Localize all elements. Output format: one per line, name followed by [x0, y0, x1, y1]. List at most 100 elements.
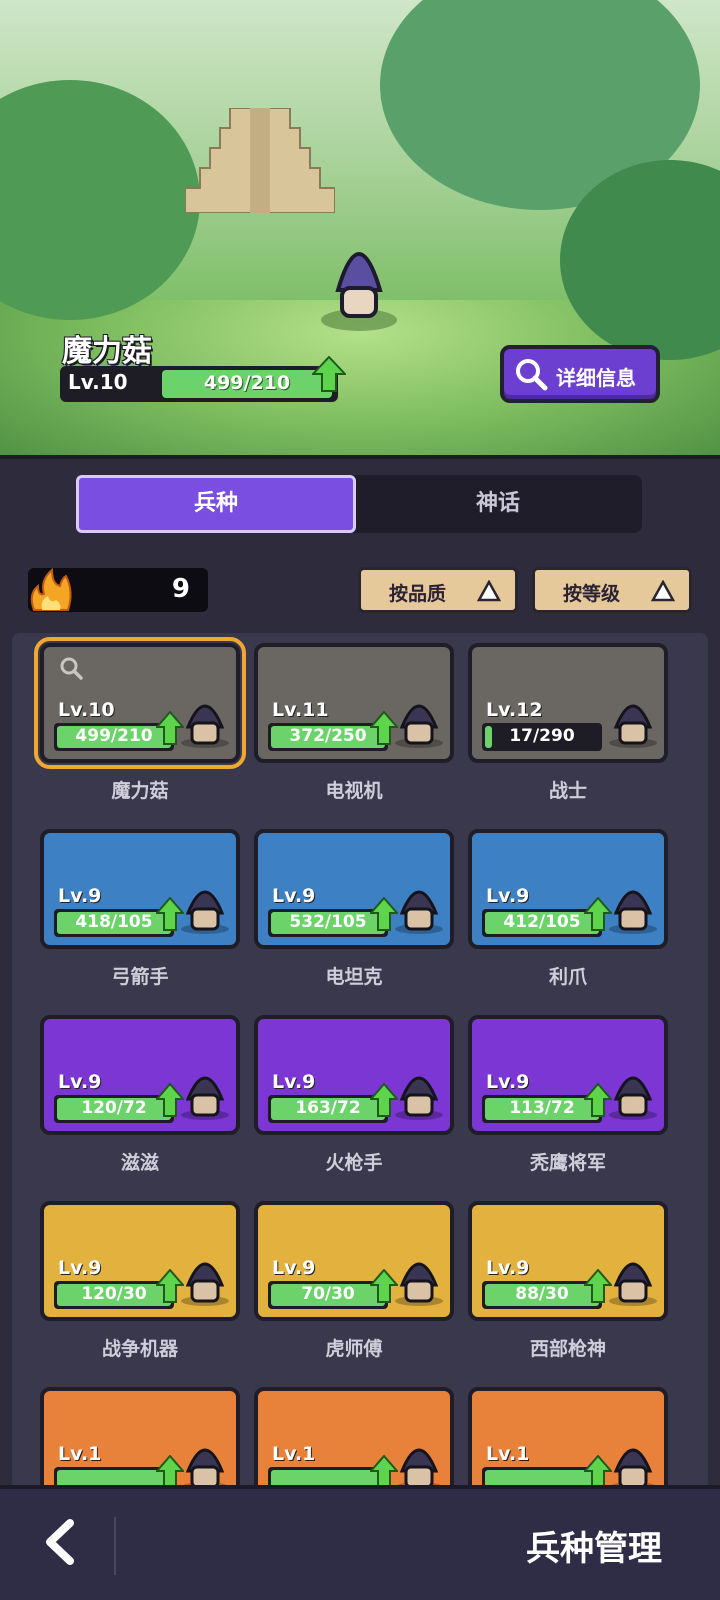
unit-progress-bar: 17/290 — [482, 723, 602, 751]
unit-portrait — [609, 890, 657, 934]
tab-mythic[interactable]: 神话 — [358, 475, 638, 533]
upgrade-arrow-icon[interactable] — [156, 1455, 184, 1489]
tab-units[interactable]: 兵种 — [76, 475, 356, 533]
unit-portrait — [609, 1448, 657, 1492]
unit-level: Lv.1 — [486, 1443, 530, 1465]
unit-name-label: 战士 — [548, 780, 587, 802]
upgrade-arrow-icon[interactable] — [370, 1269, 398, 1303]
unit-card[interactable]: Lv.9 70/30 — [254, 1201, 454, 1321]
unit-portrait — [181, 1262, 229, 1306]
upgrade-arrow-icon[interactable] — [584, 897, 612, 931]
temple-pyramid — [185, 108, 335, 213]
unit-level: Lv.9 — [486, 885, 530, 907]
chevron-left-icon[interactable] — [40, 1517, 80, 1567]
unit-portrait — [609, 704, 657, 748]
unit-level: Lv.10 — [58, 699, 115, 721]
unit-name-label: 虎师傅 — [325, 1338, 383, 1360]
unit-card[interactable]: Lv.11 372/250 — [254, 643, 454, 763]
upgrade-arrow-icon[interactable] — [156, 711, 184, 745]
upgrade-arrow-icon[interactable] — [370, 1083, 398, 1117]
unit-card[interactable]: Lv.9 88/30 — [468, 1201, 668, 1321]
sort-by-level-button[interactable]: 按等级 — [532, 567, 692, 613]
unit-name-label: 弓箭手 — [111, 966, 169, 988]
unit-level: Lv.9 — [272, 885, 316, 907]
unit-name-label: 电视机 — [325, 780, 383, 802]
unit-portrait — [181, 1076, 229, 1120]
unit-portrait — [181, 704, 229, 748]
unit-name-label: 火枪手 — [325, 1152, 383, 1174]
unit-card[interactable]: Lv.10 499/210 — [34, 637, 246, 769]
triangle-up-icon — [477, 580, 501, 602]
upgrade-arrow-icon[interactable] — [370, 1455, 398, 1489]
upgrade-arrow-icon[interactable] — [584, 1083, 612, 1117]
jungle-tree — [0, 80, 200, 320]
unit-portrait — [181, 1448, 229, 1492]
divider — [114, 1517, 116, 1575]
unit-level: Lv.12 — [486, 699, 543, 721]
unit-name-label: 滋滋 — [120, 1152, 159, 1174]
upgrade-arrow-icon[interactable] — [584, 1269, 612, 1303]
bottom-bar: 兵种管理 — [0, 1485, 720, 1600]
unit-portrait — [395, 890, 443, 934]
unit-progress-text: 17/290 — [509, 726, 575, 746]
unit-name: 魔力菇 — [62, 334, 152, 369]
unit-level: Lv.9 — [272, 1071, 316, 1093]
upgrade-arrow-icon[interactable] — [370, 711, 398, 745]
unit-name-label: 战争机器 — [101, 1338, 178, 1360]
resource-count: 9 — [171, 574, 190, 604]
unit-level: Lv.9 — [58, 1257, 102, 1279]
fire-icon — [30, 567, 72, 611]
level-progress-text: 499/210 — [203, 372, 291, 394]
unit-level: Lv.9 — [486, 1257, 530, 1279]
unit-grid: Lv.10 499/210 魔力菇 Lv.11 372/250 电视机 Lv.12 17/29… — [12, 633, 708, 1533]
unit-name-label: 秃鹰将军 — [529, 1152, 606, 1174]
upgrade-arrow-icon[interactable] — [584, 1455, 612, 1489]
unit-card[interactable]: Lv.9 163/72 — [254, 1015, 454, 1135]
sort-by-quality-button[interactable]: 按品质 — [358, 567, 518, 613]
hero-scene: 魔力菇 Lv.10 499/210 详细信息 — [0, 0, 720, 462]
unit-portrait — [395, 1448, 443, 1492]
unit-level: Lv.11 — [272, 699, 329, 721]
unit-card[interactable]: Lv.9 412/105 — [468, 829, 668, 949]
mushroom-unit-portrait — [321, 252, 397, 331]
resource-counter: 9 — [28, 567, 208, 612]
unit-level: Lv.10 — [68, 370, 128, 394]
unit-level: Lv.9 — [272, 1257, 316, 1279]
unit-portrait — [395, 1076, 443, 1120]
search-icon — [516, 359, 548, 391]
unit-card[interactable]: Lv.12 17/290 — [468, 643, 668, 763]
unit-level: Lv.1 — [272, 1443, 316, 1465]
unit-level: Lv.1 — [58, 1443, 102, 1465]
unit-level-bar: Lv.10 499/210 — [60, 366, 338, 402]
detail-info-button[interactable]: 详细信息 — [500, 345, 660, 403]
unit-name-label: 电坦克 — [325, 966, 383, 988]
upgrade-arrow-icon[interactable] — [156, 1269, 184, 1303]
unit-card[interactable]: Lv.9 120/30 — [40, 1201, 240, 1321]
unit-name-label: 魔力菇 — [111, 780, 169, 802]
upgrade-arrow-icon[interactable] — [156, 897, 184, 931]
unit-name-label: 利爪 — [548, 966, 587, 988]
unit-level: Lv.9 — [486, 1071, 530, 1093]
unit-portrait — [395, 1262, 443, 1306]
tab-bar: 兵种 神话 — [76, 475, 642, 533]
unit-portrait — [395, 704, 443, 748]
unit-level: Lv.9 — [58, 1071, 102, 1093]
search-icon — [60, 657, 83, 680]
unit-card[interactable]: Lv.9 120/72 — [40, 1015, 240, 1135]
upgrade-arrow-icon[interactable] — [156, 1083, 184, 1117]
unit-name-label: 西部枪神 — [529, 1338, 606, 1360]
upgrade-arrow-icon[interactable] — [370, 897, 398, 931]
unit-portrait — [181, 890, 229, 934]
unit-portrait — [609, 1076, 657, 1120]
sort-label: 按品质 — [389, 583, 447, 605]
unit-card[interactable]: Lv.9 418/105 — [40, 829, 240, 949]
unit-portrait — [609, 1262, 657, 1306]
unit-card[interactable]: Lv.9 113/72 — [468, 1015, 668, 1135]
page-title: 兵种管理 — [526, 1529, 662, 1569]
triangle-up-icon — [651, 580, 675, 602]
unit-card[interactable]: Lv.9 532/105 — [254, 829, 454, 949]
sort-label: 按等级 — [563, 583, 621, 605]
unit-level: Lv.9 — [58, 885, 102, 907]
detail-info-label: 详细信息 — [556, 366, 636, 390]
upgrade-arrow-icon[interactable] — [312, 356, 346, 392]
